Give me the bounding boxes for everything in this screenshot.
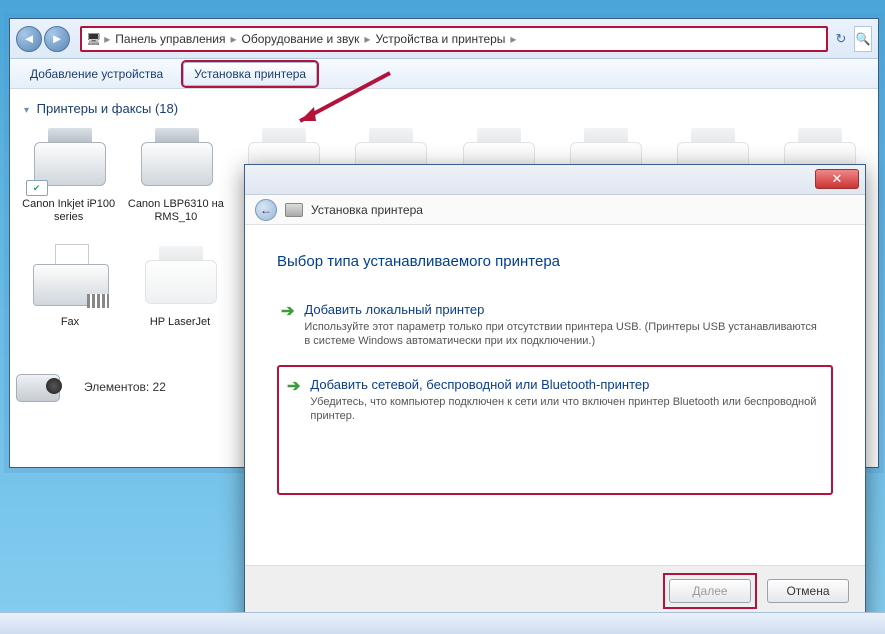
- breadcrumb-item[interactable]: Оборудование и звук: [240, 32, 362, 46]
- forward-button[interactable]: ►: [44, 26, 70, 52]
- default-badge-icon: ✔: [26, 180, 48, 196]
- explorer-titlebar: ◄ ► 🖥 ▸ Панель управления ▸ Оборудование…: [10, 19, 878, 59]
- breadcrumb-item[interactable]: Устройства и принтеры: [373, 32, 507, 46]
- wizard-body: Выбор типа устанавливаемого принтера ➔ Д…: [245, 225, 865, 565]
- option-title: Добавить сетевой, беспроводной или Bluet…: [310, 377, 823, 392]
- wizard-titlebar[interactable]: ✕: [245, 165, 865, 195]
- install-printer-button[interactable]: Установка принтера: [183, 62, 317, 86]
- wizard-title: Выбор типа устанавливаемого принтера: [277, 253, 833, 270]
- breadcrumb[interactable]: 🖥 ▸ Панель управления ▸ Оборудование и з…: [80, 26, 828, 52]
- device-label: Fax: [20, 316, 120, 329]
- cancel-button[interactable]: Отмена: [767, 579, 849, 603]
- search-input[interactable]: 🔍: [854, 26, 872, 52]
- refresh-icon[interactable]: ↻: [832, 26, 850, 52]
- breadcrumb-separator-icon: ▸: [510, 32, 516, 46]
- add-device-button[interactable]: Добавление устройства: [20, 63, 173, 85]
- printer-icon: [131, 124, 221, 194]
- wizard-header-title: Установка принтера: [311, 203, 423, 217]
- option-network-printer[interactable]: ➔ Добавить сетевой, беспроводной или Blu…: [277, 365, 833, 495]
- option-description: Убедитесь, что компьютер подключен к сет…: [310, 395, 823, 424]
- device-label: Canon LBP6310 на RMS_10: [127, 198, 224, 224]
- collapse-icon[interactable]: ▾: [24, 105, 29, 116]
- wizard-back-button[interactable]: ←: [255, 199, 277, 221]
- wizard-footer: Далее Отмена: [245, 565, 865, 615]
- device-item[interactable]: ✔ Canon Inkjet iP100 series: [20, 124, 117, 224]
- device-label: Canon Inkjet iP100 series: [20, 198, 117, 224]
- explorer-toolbar: Добавление устройства Установка принтера: [10, 59, 878, 89]
- section-title: Принтеры и факсы (18): [37, 101, 178, 116]
- arrow-right-icon: ➔: [287, 379, 300, 469]
- device-item[interactable]: Canon LBP6310 на RMS_10: [127, 124, 224, 224]
- device-item[interactable]: Fax: [20, 242, 120, 329]
- next-button-highlight: Далее: [663, 573, 757, 609]
- computer-icon: 🖥: [86, 32, 101, 46]
- device-item[interactable]: HP LaserJet: [130, 242, 230, 329]
- arrow-right-icon: ➔: [281, 304, 294, 349]
- fax-icon: [25, 242, 115, 312]
- section-header[interactable]: ▾ Принтеры и факсы (18): [20, 97, 868, 124]
- option-description: Используйте этот параметр только при отс…: [304, 320, 824, 349]
- breadcrumb-item[interactable]: Панель управления: [113, 32, 227, 46]
- taskbar[interactable]: [0, 612, 885, 634]
- breadcrumb-separator-icon: ▸: [104, 32, 110, 46]
- device-label: HP LaserJet: [130, 316, 230, 329]
- breadcrumb-separator-icon: ▸: [364, 32, 370, 46]
- printer-icon: ✔: [24, 124, 114, 194]
- breadcrumb-separator-icon: ▸: [231, 32, 237, 46]
- printer-icon: [285, 203, 303, 217]
- category-icon: [10, 366, 70, 408]
- nav-buttons: ◄ ►: [16, 26, 70, 52]
- back-button[interactable]: ◄: [16, 26, 42, 52]
- option-title: Добавить локальный принтер: [304, 302, 824, 317]
- option-local-printer[interactable]: ➔ Добавить локальный принтер Используйте…: [277, 296, 833, 365]
- printer-icon: [135, 242, 225, 312]
- close-button[interactable]: ✕: [815, 169, 859, 189]
- next-button[interactable]: Далее: [669, 579, 751, 603]
- add-printer-wizard: ✕ ← Установка принтера Выбор типа устана…: [244, 164, 866, 624]
- item-count: Элементов: 22: [84, 380, 166, 394]
- wizard-header: ← Установка принтера: [245, 195, 865, 225]
